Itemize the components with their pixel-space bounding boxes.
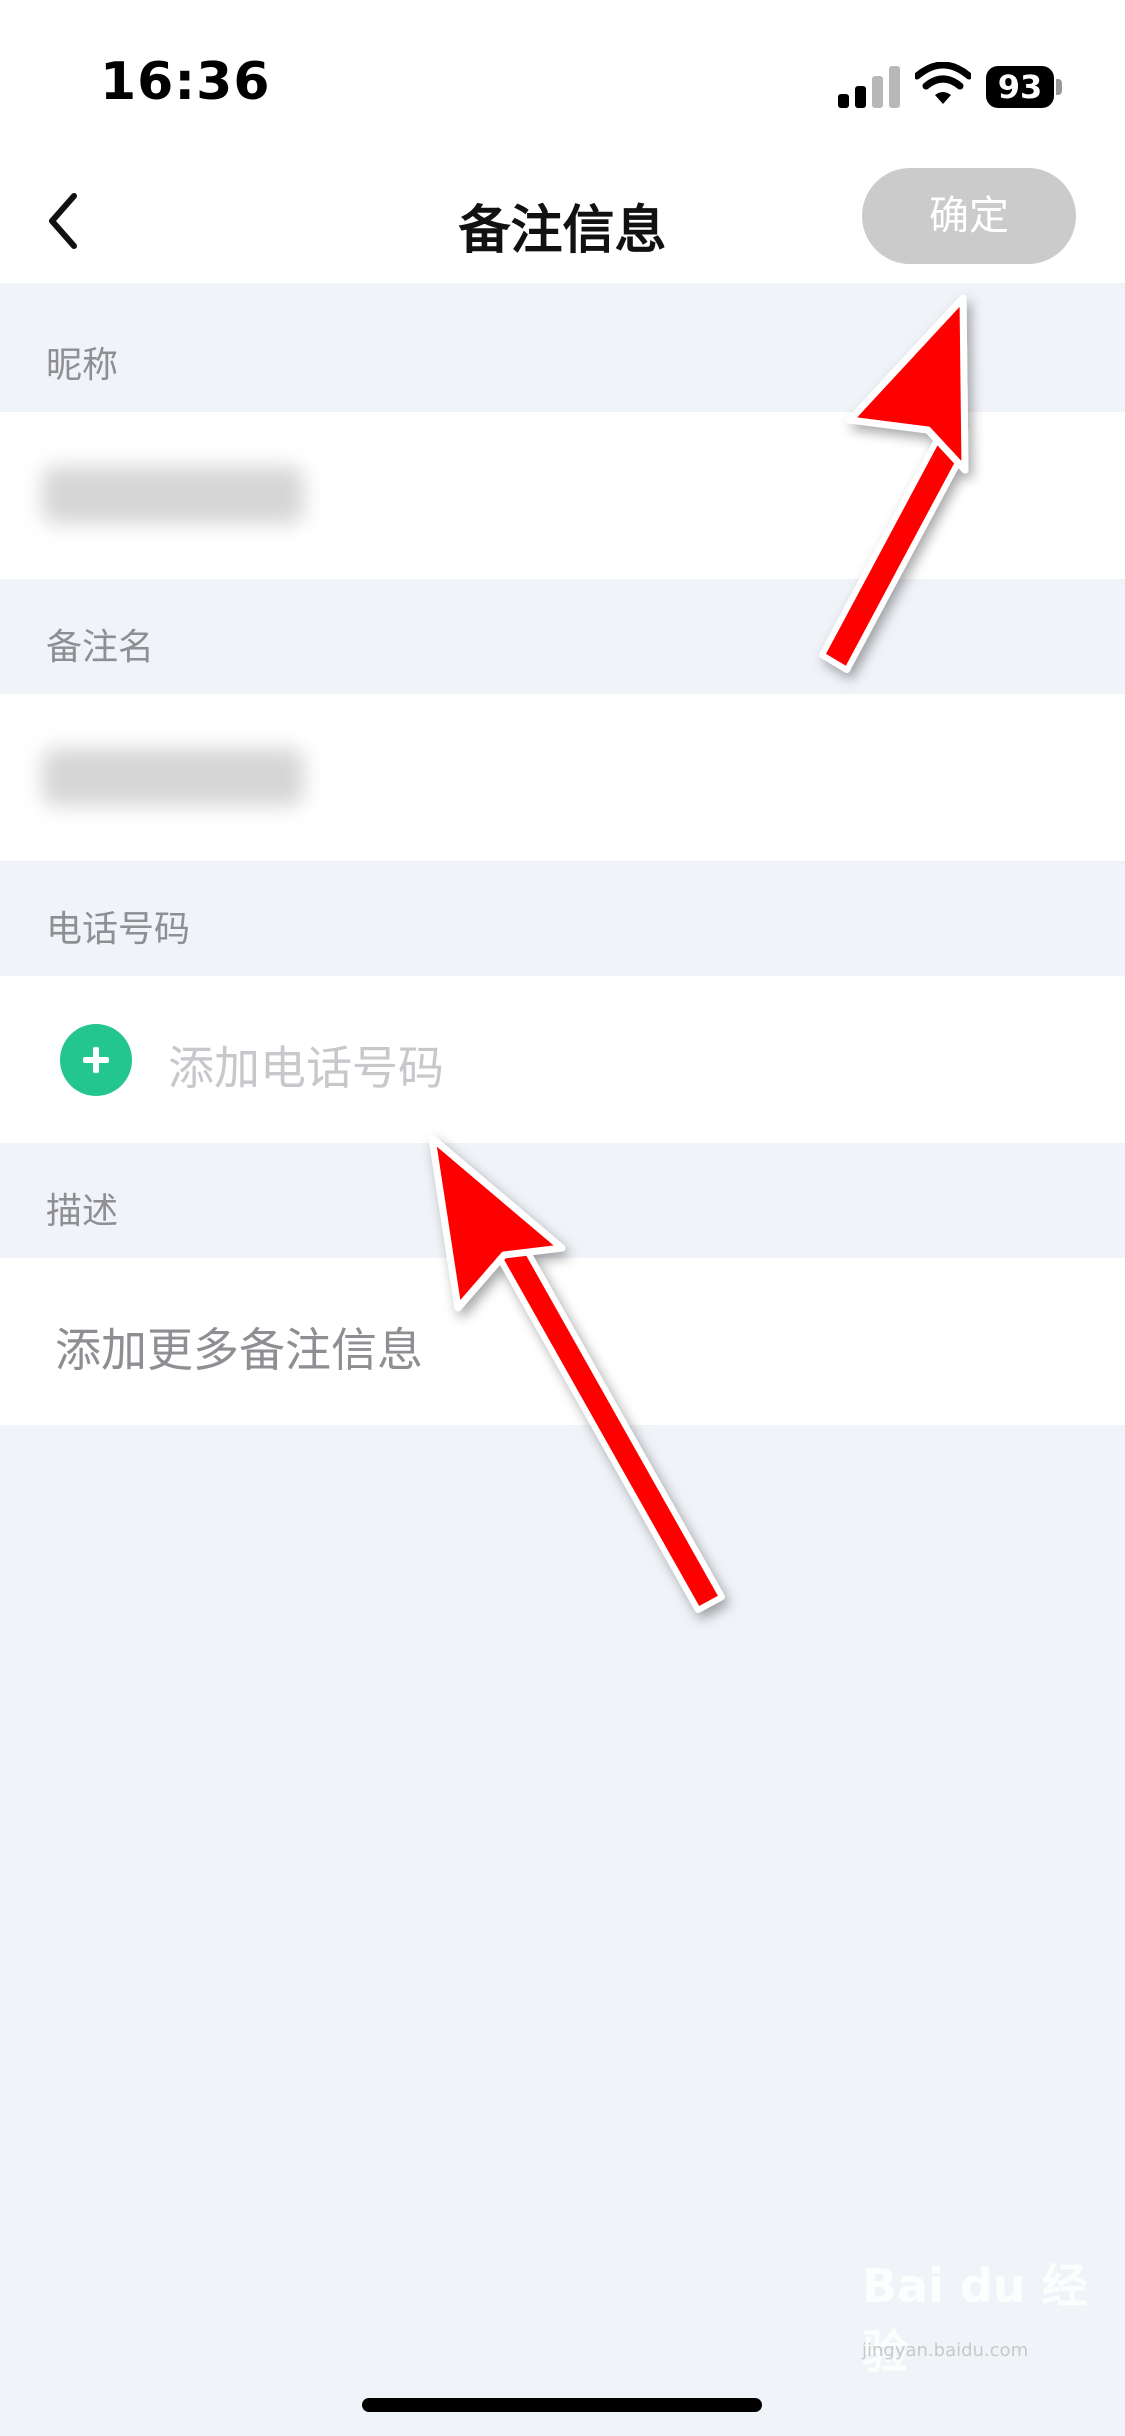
- description-placeholder: 添加更多备注信息: [55, 1323, 423, 1377]
- navigation-bar: 备注信息 确定: [0, 160, 1125, 283]
- baidu-watermark: Bai du 经验 jingyan.baidu.com: [862, 2250, 1102, 2379]
- remark-name-label: 备注名: [46, 627, 155, 668]
- remark-name-field[interactable]: [0, 694, 1125, 861]
- confirm-button[interactable]: 确定: [862, 168, 1076, 264]
- home-indicator[interactable]: [362, 2398, 762, 2412]
- watermark-url: jingyan.baidu.com: [862, 2340, 1029, 2361]
- remark-name-value-blurred: [42, 748, 304, 806]
- cellular-signal-icon: [838, 66, 900, 108]
- battery-level: 93: [997, 68, 1043, 106]
- description-field[interactable]: 添加更多备注信息: [0, 1258, 1125, 1425]
- add-phone-row[interactable]: 添加电话号码: [0, 976, 1125, 1143]
- phone-label: 电话号码: [46, 909, 191, 950]
- status-bar: 16:36 93: [0, 0, 1125, 160]
- add-phone-placeholder: 添加电话号码: [168, 1041, 444, 1095]
- status-time: 16:36: [100, 52, 271, 112]
- nickname-label: 昵称: [46, 345, 119, 386]
- add-icon[interactable]: [60, 1024, 132, 1096]
- nickname-row: [0, 412, 1125, 579]
- battery-icon: 93: [986, 66, 1062, 108]
- annotation-arrows: [428, 294, 969, 1613]
- description-label: 描述: [46, 1191, 119, 1232]
- wifi-icon: [915, 62, 971, 104]
- watermark-text: Bai du 经验: [862, 2259, 1088, 2379]
- nickname-value-blurred: [42, 466, 304, 524]
